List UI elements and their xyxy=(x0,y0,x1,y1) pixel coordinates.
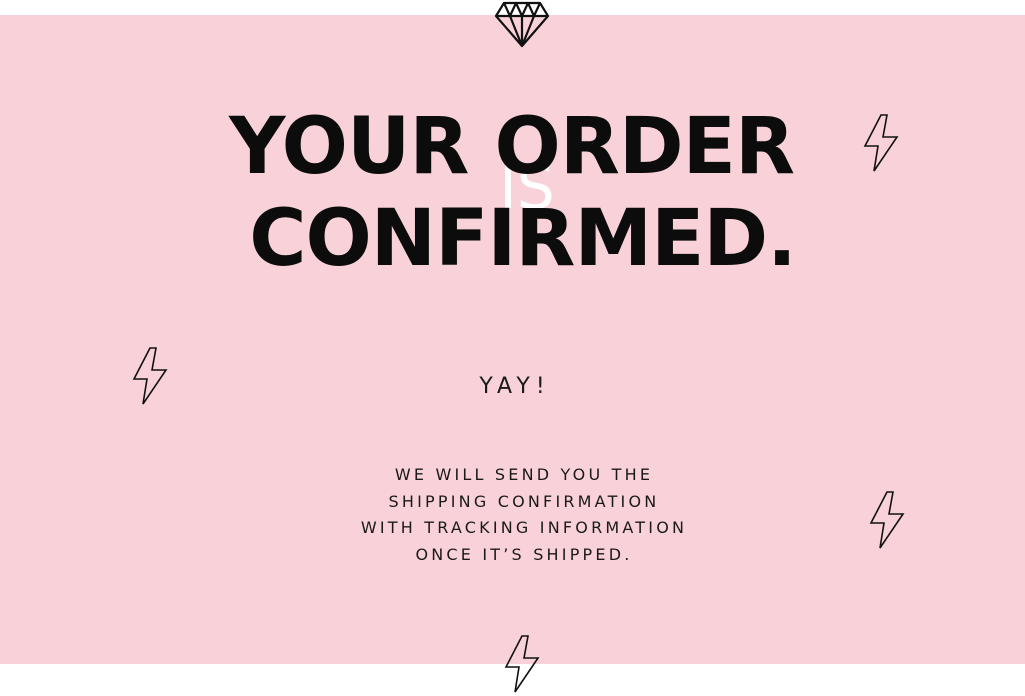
headline-line-1: YOUR ORDER xyxy=(228,102,795,192)
message-line: SHIPPING CONFIRMATION xyxy=(388,491,660,511)
diamond-icon xyxy=(494,1,550,48)
order-confirmation-page: IS YOUR ORDER CONFIRMED. YAY! WE WILL SE… xyxy=(0,0,1025,696)
message-line: ONCE IT’S SHIPPED. xyxy=(415,544,633,564)
exclamation-text: YAY! xyxy=(479,374,551,399)
message-line: WE WILL SEND YOU THE xyxy=(394,465,654,484)
lightning-bolt-icon xyxy=(504,635,540,693)
shipping-message: WE WILL SEND YOU THE SHIPPING CONFIRMATI… xyxy=(0,462,1025,568)
headline-line-2: CONFIRMED. xyxy=(249,194,796,284)
message-line: WITH TRACKING INFORMATION xyxy=(360,518,688,537)
